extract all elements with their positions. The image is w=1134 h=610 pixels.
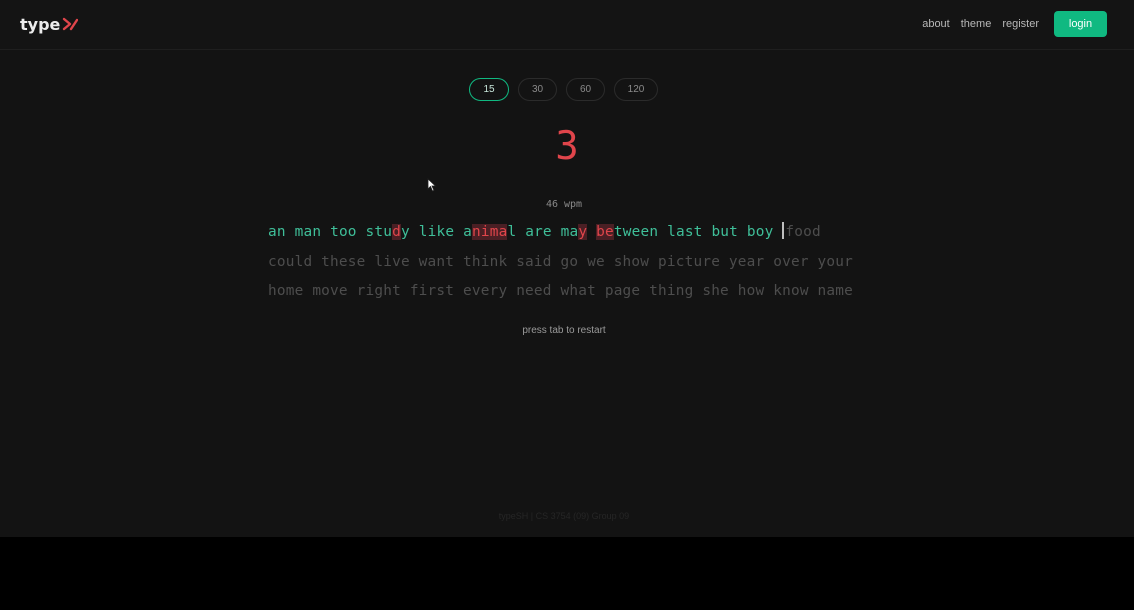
app-window: type about theme register login 15 30 60… xyxy=(0,0,1134,537)
typed-word: boy xyxy=(746,224,774,240)
typed-word: animal xyxy=(463,224,517,240)
brand-name: type xyxy=(20,14,61,34)
typed-line: an man too study like animal are may bet… xyxy=(268,222,868,252)
typed-word: an xyxy=(268,224,286,240)
typed-word: may xyxy=(560,224,588,240)
typing-area[interactable]: an man too study like animal are may bet… xyxy=(268,222,868,311)
current-word: food xyxy=(785,224,821,240)
wpm-readout: 46 wpm xyxy=(545,199,583,210)
time-options: 15 30 60 120 xyxy=(469,78,667,101)
nav-link-register[interactable]: register xyxy=(1002,18,1039,30)
navbar: type about theme register login xyxy=(0,0,1134,50)
typed-word: last xyxy=(667,224,703,240)
nav-links: about theme register login xyxy=(922,11,1107,37)
typed-word: man xyxy=(294,224,322,240)
word-line-2: could these live want think said go we s… xyxy=(268,253,854,270)
word-line-3: home move right first every need what pa… xyxy=(268,283,854,299)
typed-word: study xyxy=(365,224,410,240)
countdown-timer: 3 xyxy=(555,124,579,169)
typed-word: are xyxy=(525,224,552,240)
time-option-30[interactable]: 30 xyxy=(518,78,557,101)
typed-word: too xyxy=(330,224,357,240)
nav-link-theme[interactable]: theme xyxy=(961,18,992,30)
nav-link-about[interactable]: about xyxy=(922,18,950,30)
mouse-pointer-icon xyxy=(427,178,437,192)
time-option-15[interactable]: 15 xyxy=(469,78,509,101)
time-option-120[interactable]: 120 xyxy=(614,78,658,101)
restart-hint: press tab to restart xyxy=(522,325,606,336)
brand-logo[interactable]: type xyxy=(20,12,79,36)
time-option-60[interactable]: 60 xyxy=(566,78,605,101)
type-logo-icon xyxy=(63,17,79,31)
login-button[interactable]: login xyxy=(1054,11,1107,37)
typed-word: but xyxy=(711,224,739,240)
typed-word: like xyxy=(418,224,455,240)
typed-word: between xyxy=(596,224,659,240)
footer-credit: typeSH | CS 3754 (09) Group 09 xyxy=(498,511,630,521)
